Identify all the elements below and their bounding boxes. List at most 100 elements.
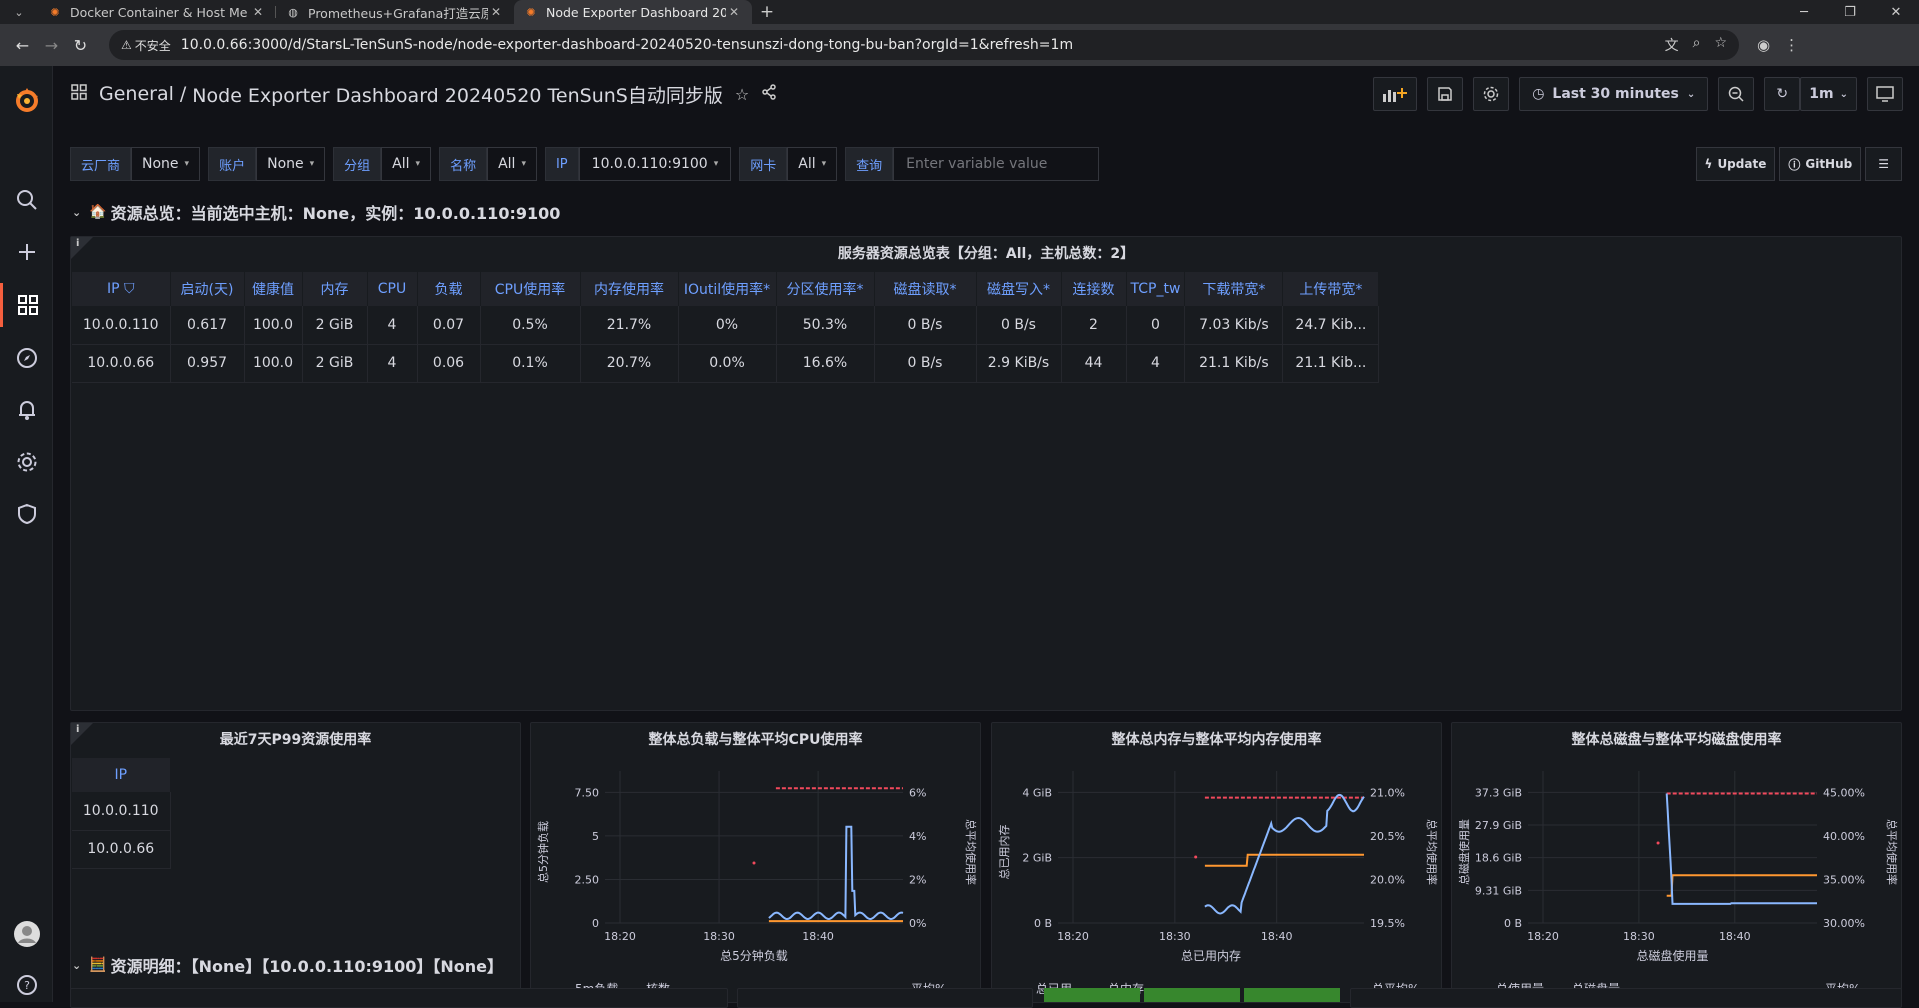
- breadcrumb-folder[interactable]: General: [99, 83, 174, 105]
- filter-icon[interactable]: ⛉: [120, 281, 135, 297]
- details-panel-2: [737, 988, 1033, 1008]
- bookmark-star-icon[interactable]: ☆: [1714, 35, 1727, 55]
- close-tab-icon[interactable]: ✕: [488, 5, 504, 19]
- row-header-overview[interactable]: ⌄ 🏠 资源总览：当前选中主机：None，实例：10.0.0.110:9100: [72, 200, 560, 224]
- variable-select-nic[interactable]: All ▾: [787, 147, 838, 181]
- y2-axis-label: 总平均使用率: [964, 819, 978, 885]
- data-point: [752, 861, 756, 865]
- y2-tick-label: 30.00%: [1823, 917, 1865, 930]
- browser-menu-icon[interactable]: ⋮: [1784, 36, 1799, 54]
- address-bar[interactable]: ⚠ 不安全 10.0.0.66:3000/d/StarsL-TenSunS-nod…: [109, 30, 1739, 60]
- insecure-badge[interactable]: ⚠ 不安全: [121, 37, 171, 54]
- refresh-interval-picker[interactable]: 1m ⌄: [1800, 77, 1857, 111]
- average-percent-series: [768, 825, 904, 921]
- plus-icon[interactable]: [0, 230, 53, 274]
- new-tab-icon[interactable]: +: [752, 0, 782, 24]
- tab-search-icon[interactable]: ⌄: [0, 0, 38, 24]
- y2-tick-label: 19.5%: [1370, 917, 1405, 930]
- variable-select-group[interactable]: All ▾: [381, 147, 432, 181]
- close-tab-icon[interactable]: ✕: [250, 5, 266, 19]
- table-cell: 16.6%: [776, 344, 875, 383]
- dashboard-settings-gear-icon[interactable]: [1473, 77, 1510, 111]
- used-series: [1666, 874, 1817, 897]
- variable-select-name[interactable]: All ▾: [487, 147, 537, 181]
- forward-icon[interactable]: →: [37, 30, 66, 60]
- variable-select-cloud-vendor[interactable]: None ▾: [131, 147, 201, 181]
- browser-tab-2[interactable]: ◍ Prometheus+Grafana打造云原 ✕: [276, 0, 514, 24]
- search-icon[interactable]: [0, 178, 53, 222]
- help-icon[interactable]: ?: [0, 963, 53, 1007]
- close-window-icon[interactable]: ✕: [1873, 0, 1919, 24]
- details-panel-1: [70, 988, 728, 1008]
- column-header[interactable]: 磁盘写入*: [976, 272, 1062, 306]
- user-avatar[interactable]: [0, 912, 53, 956]
- dashboard-grid-icon: [71, 83, 87, 105]
- y-tick-label: 18.6 GiB: [1475, 852, 1522, 865]
- column-header-ip[interactable]: IP: [72, 758, 171, 792]
- column-header[interactable]: CPU使用率: [480, 272, 581, 306]
- browser-tab-3[interactable]: ✺ Node Exporter Dashboard 20 ✕: [514, 0, 752, 24]
- x-axis-label: 总已用内存: [1181, 949, 1241, 963]
- column-header[interactable]: 上传带宽*: [1282, 272, 1380, 306]
- column-header[interactable]: IOutil使用率*: [678, 272, 777, 306]
- alerting-bell-icon[interactable]: [0, 388, 53, 432]
- configuration-gear-icon[interactable]: [0, 440, 53, 484]
- breadcrumb: General / Node Exporter Dashboard 202405…: [71, 81, 777, 108]
- grafana-favicon-icon: ✺: [50, 5, 60, 19]
- column-header[interactable]: 内存使用率: [580, 272, 679, 306]
- translate-icon[interactable]: 文: [1665, 35, 1679, 55]
- y2-tick-label: 21.0%: [1370, 786, 1405, 799]
- share-icon[interactable]: [761, 84, 777, 104]
- column-header[interactable]: 内存: [302, 272, 368, 306]
- row-header-details[interactable]: ⌄ 🧮 资源明细：【None】【10.0.0.110:9100】【None】: [72, 953, 503, 977]
- column-header[interactable]: 健康值: [244, 272, 303, 306]
- table-cell: 4: [367, 306, 418, 345]
- column-header[interactable]: 启动(天): [170, 272, 245, 306]
- star-icon[interactable]: ☆: [735, 85, 749, 104]
- dashboards-icon[interactable]: [0, 283, 53, 327]
- column-header[interactable]: CPU: [367, 272, 418, 306]
- back-icon[interactable]: ←: [8, 30, 37, 60]
- memory-chart: 0 B 2 GiB 4 GiB 19.5% 20.0% 20.5% 21.0% 18:20 18…: [997, 771, 1439, 996]
- table-cell: 0 B/s: [976, 306, 1062, 345]
- profile-icon[interactable]: ◉: [1757, 36, 1770, 54]
- column-header-ip[interactable]: IP ⛉: [72, 272, 171, 306]
- y2-tick-label: 0%: [909, 917, 926, 930]
- y2-tick-label: 40.00%: [1823, 830, 1865, 843]
- grafana-logo-icon[interactable]: [12, 86, 42, 116]
- time-range-picker[interactable]: ◷ Last 30 minutes ⌄: [1519, 77, 1709, 111]
- column-header[interactable]: 连接数: [1061, 272, 1127, 306]
- warning-icon: ⚠: [121, 38, 132, 52]
- dashboard-title[interactable]: Node Exporter Dashboard 20240520 TenSunS…: [192, 81, 723, 108]
- close-tab-icon[interactable]: ✕: [726, 5, 742, 19]
- chevron-down-icon: ⌄: [1686, 88, 1696, 100]
- y-tick-label: 9.31 GiB: [1475, 884, 1522, 897]
- table-cell: 0: [1126, 306, 1186, 345]
- github-link-button[interactable]: ⓘ GitHub: [1779, 147, 1862, 181]
- variable-select-account[interactable]: None ▾: [256, 147, 326, 181]
- minimize-icon[interactable]: ─: [1781, 0, 1827, 24]
- y2-tick-label: 20.0%: [1370, 873, 1405, 886]
- column-header[interactable]: TCP_tw: [1126, 272, 1186, 306]
- update-link-button[interactable]: ϟ Update: [1695, 147, 1776, 181]
- server-admin-shield-icon[interactable]: [0, 492, 53, 536]
- tv-mode-monitor-icon[interactable]: [1867, 77, 1903, 111]
- query-input[interactable]: [893, 147, 1100, 181]
- reload-icon[interactable]: ↻: [66, 30, 95, 60]
- browser-tab-1[interactable]: ✺ Docker Container & Host Me ✕: [38, 0, 276, 24]
- chevron-down-icon: ▾: [713, 159, 719, 169]
- add-panel-icon[interactable]: [1373, 77, 1418, 111]
- column-header[interactable]: 磁盘读取*: [874, 272, 977, 306]
- explore-compass-icon[interactable]: [0, 336, 53, 380]
- column-header[interactable]: 分区使用率*: [776, 272, 875, 306]
- column-header[interactable]: 下载带宽*: [1184, 272, 1284, 306]
- restore-icon[interactable]: ❐: [1827, 0, 1873, 24]
- refresh-icon[interactable]: ↻: [1764, 77, 1801, 111]
- zoom-icon[interactable]: ⌕: [1693, 35, 1701, 55]
- chevron-down-icon: ▾: [521, 159, 526, 169]
- save-dashboard-icon[interactable]: [1427, 77, 1464, 111]
- zoom-out-icon[interactable]: [1718, 77, 1755, 111]
- menu-icon[interactable]: ☰: [1865, 147, 1902, 181]
- variable-select-ip[interactable]: 10.0.0.110:9100 ▾: [578, 147, 732, 181]
- column-header[interactable]: 负载: [417, 272, 481, 306]
